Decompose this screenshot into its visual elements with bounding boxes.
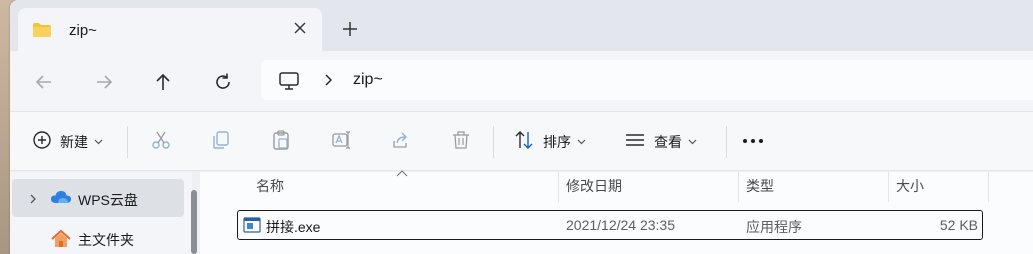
trash-icon [450,129,472,156]
refresh-icon[interactable] [211,70,235,94]
address-bar[interactable]: zip~ [261,60,1033,100]
sort-button[interactable]: 排序 [513,112,586,172]
back-arrow-icon[interactable] [32,70,56,94]
tab-zip[interactable]: zip~ [18,8,322,51]
view-lines-icon [624,129,646,156]
divider [726,126,727,158]
navigation-bar: zip~ [10,51,1033,111]
sort-arrows-icon [513,129,535,156]
expand-chevron-icon[interactable] [28,192,38,210]
column-header-type[interactable]: 类型 [738,172,888,202]
nav-item-label: WPS云盘 [78,192,138,208]
nav-item-wps-cloud[interactable]: WPS云盘 [12,179,184,217]
up-arrow-icon[interactable] [151,70,175,94]
wps-cloud-icon [50,189,72,210]
tab-title: zip~ [69,22,97,39]
file-modified: 2021/12/24 23:35 [566,217,675,233]
nav-item-label: 主文件夹 [78,232,134,248]
share-button[interactable] [390,112,412,172]
paste-button[interactable] [270,112,292,172]
file-explorer-window: zip~ zip~ 新建 排序 查看 WPS云盘 主文件夹 名称 修改日期 类型… [10,0,1033,254]
breadcrumb-location[interactable]: zip~ [353,71,383,89]
more-ellipsis-icon [740,133,766,151]
tab-strip: zip~ [10,0,1033,51]
home-icon [50,229,72,254]
cut-button[interactable] [150,112,172,172]
file-type: 应用程序 [746,219,802,235]
chevron-down-icon [94,137,103,147]
column-divider[interactable] [988,172,989,202]
copy-button[interactable] [210,112,232,172]
divider [127,126,128,158]
folder-icon [32,22,52,43]
nav-pane-scrollbar[interactable] [191,190,197,254]
chevron-down-icon [577,137,586,147]
file-list: 名称 修改日期 类型 大小 拼接.exe 2021/12/24 23:35 应用… [200,170,1033,254]
column-header-name[interactable]: 名称 [248,172,558,202]
delete-button[interactable] [450,112,472,172]
share-icon [390,129,412,156]
close-tab-icon[interactable] [292,20,308,41]
forward-arrow-icon[interactable] [92,70,116,94]
rename-icon [330,129,352,156]
new-button[interactable]: 新建 [32,112,103,172]
divider [493,126,494,158]
clipboard-icon [270,129,292,156]
new-button-label: 新建 [60,134,88,150]
breadcrumb-chevron-icon[interactable] [322,72,336,93]
sort-button-label: 排序 [543,134,571,150]
nav-item-home[interactable]: 主文件夹 [12,219,184,254]
exe-file-icon [243,217,261,238]
new-tab-button[interactable] [339,18,361,40]
column-header-size[interactable]: 大小 [888,172,988,202]
view-button[interactable]: 查看 [624,112,697,172]
file-row[interactable]: 拼接.exe 2021/12/24 23:35 应用程序 52 KB [237,210,983,240]
more-options-button[interactable] [740,112,766,172]
plus-circle-icon [32,130,52,155]
command-bar: 新建 排序 查看 [10,111,1033,171]
view-button-label: 查看 [654,134,682,150]
scissors-icon [150,129,172,156]
copy-icon [210,129,232,156]
chevron-down-icon [688,137,697,147]
file-name[interactable]: 拼接.exe [266,217,320,237]
rename-button[interactable] [330,112,352,172]
this-pc-icon [278,71,300,96]
column-header-modified[interactable]: 修改日期 [558,172,738,202]
file-size: 52 KB [939,217,978,233]
navigation-pane: WPS云盘 主文件夹 [10,172,192,254]
